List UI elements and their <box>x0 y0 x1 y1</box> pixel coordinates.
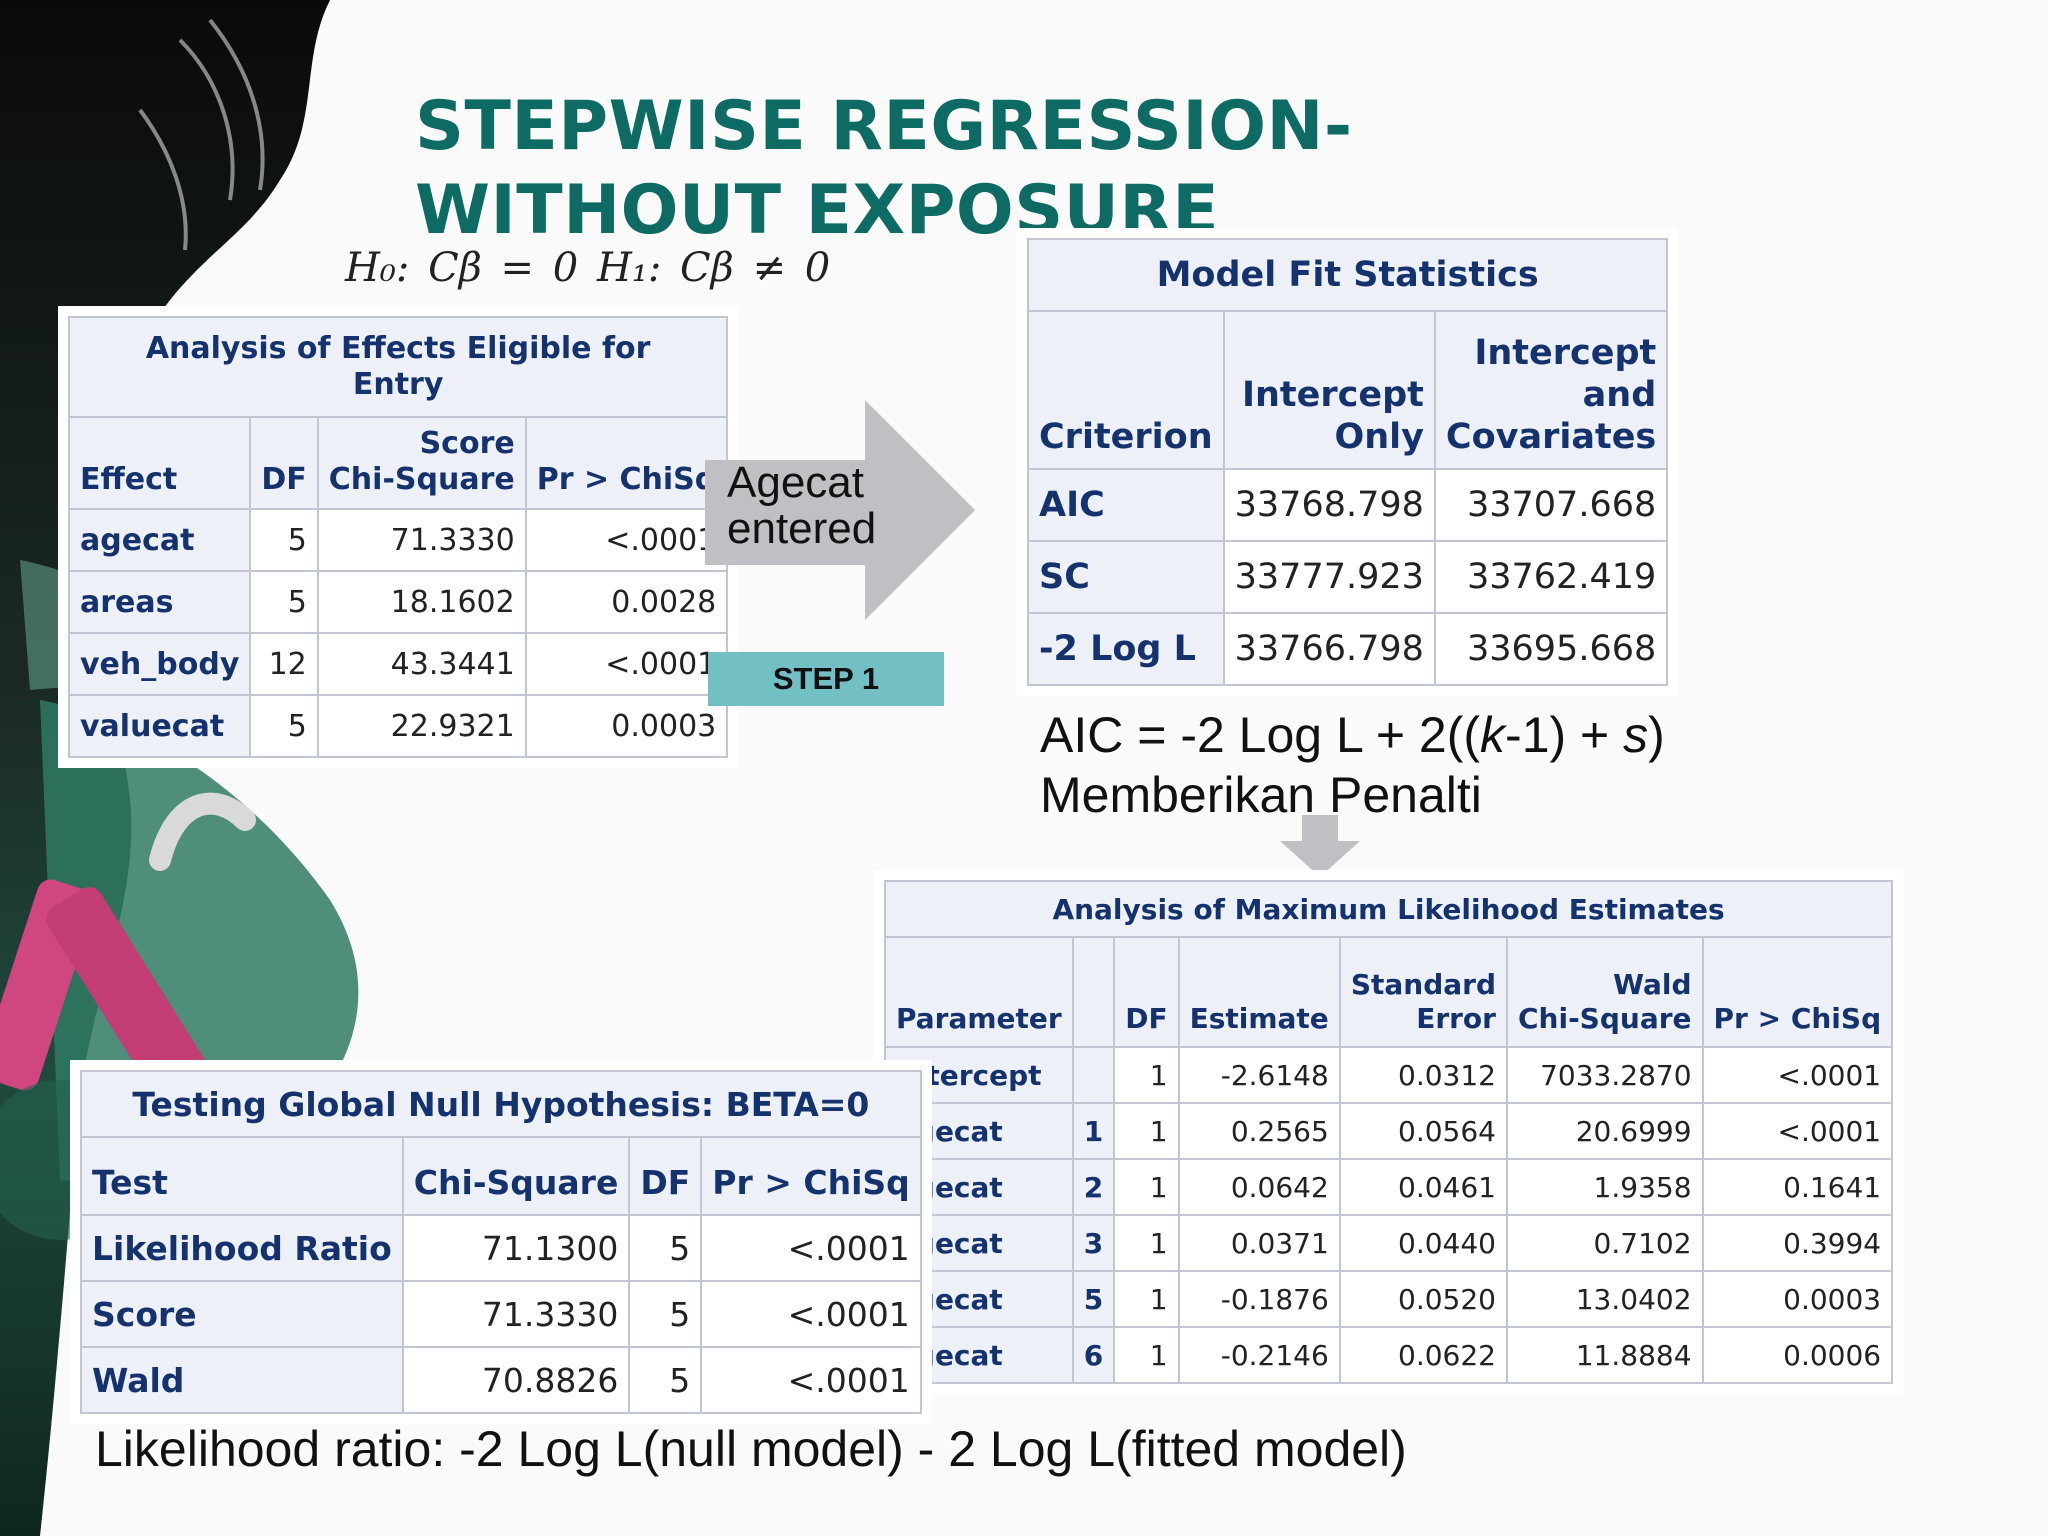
table-caption: Analysis of Effects Eligible for Entry <box>67 316 729 418</box>
column-header: DF <box>628 1136 703 1216</box>
likelihood-ratio-note: Likelihood ratio: -2 Log L(null model) -… <box>95 1421 1407 1477</box>
table-row: Likelihood Ratio 71.1300 5 <.0001 <box>80 1214 922 1282</box>
column-header: Pr > ChiSq <box>700 1136 922 1216</box>
step-badge: STEP 1 <box>708 652 944 706</box>
model-fit-table: Model Fit Statistics Criterion Intercept… <box>1026 238 1669 686</box>
table-row: AIC 33768.798 33707.668 <box>1027 468 1669 542</box>
column-header: Test <box>80 1136 404 1216</box>
column-header: Effect <box>67 416 252 510</box>
column-header: Estimate <box>1177 936 1341 1048</box>
table-row: agecat 3 1 0.0371 0.0440 0.7102 0.3994 <box>884 1214 1894 1272</box>
column-header: Standard Error <box>1338 936 1508 1048</box>
column-header: Pr > ChiSq <box>524 416 729 510</box>
effects-eligible-table: Analysis of Effects Eligible for Entry E… <box>67 316 729 758</box>
mle-table: Analysis of Maximum Likelihood Estimates… <box>883 880 1894 1384</box>
column-header: Score Chi-Square <box>316 416 527 510</box>
table-row: agecat 6 1 -0.2146 0.0622 11.8884 0.0006 <box>884 1326 1894 1384</box>
table-row: agecat 5 71.3330 <.0001 <box>67 508 729 572</box>
table-row: Wald 70.8826 5 <.0001 <box>80 1346 922 1414</box>
aic-formula-text: AIC = -2 Log L + 2((k-1) + s) Memberikan… <box>1040 707 1665 823</box>
slide-title: STEPWISE REGRESSION-WITHOUT EXPOSURE <box>415 87 1353 250</box>
table-row: veh_body 12 43.3441 <.0001 <box>67 632 729 696</box>
table-caption: Testing Global Null Hypothesis: BETA=0 <box>80 1070 922 1138</box>
table-row: areas 5 18.1602 0.0028 <box>67 570 729 634</box>
global-null-table: Testing Global Null Hypothesis: BETA=0 T… <box>80 1070 922 1414</box>
column-header: Intercept Only <box>1222 310 1436 470</box>
arrow-label: Agecat entered <box>727 458 877 553</box>
table-caption: Analysis of Maximum Likelihood Estimates <box>883 880 1894 938</box>
table-row: agecat 1 1 0.2565 0.0564 20.6999 <.0001 <box>884 1102 1894 1160</box>
table-row: agecat 5 1 -0.1876 0.0520 13.0402 0.0003 <box>884 1270 1894 1328</box>
column-header <box>1071 936 1116 1048</box>
column-header: Pr > ChiSq <box>1701 936 1894 1048</box>
column-header: DF <box>1113 936 1180 1048</box>
table-row: agecat 2 1 0.0642 0.0461 1.9358 0.1641 <box>884 1158 1894 1216</box>
table-row: Score 71.3330 5 <.0001 <box>80 1280 922 1348</box>
table-row: valuecat 5 22.9321 0.0003 <box>67 694 729 758</box>
hypothesis-formula: H₀: Cβ = 0 H₁: Cβ ≠ 0 <box>345 245 831 291</box>
down-arrow-icon <box>1280 815 1360 877</box>
column-header: Parameter <box>884 936 1074 1048</box>
table-row: SC 33777.923 33762.419 <box>1027 540 1669 614</box>
table-row: -2 Log L 33766.798 33695.668 <box>1027 612 1669 686</box>
column-header: Wald Chi-Square <box>1505 936 1704 1048</box>
aic-note: Memberikan Penalti <box>1040 767 1482 823</box>
table-row: Intercept 1 -2.6148 0.0312 7033.2870 <.0… <box>884 1046 1894 1104</box>
column-header: Chi-Square <box>401 1136 631 1216</box>
column-header: Intercept and Covariates <box>1433 310 1669 470</box>
column-header: DF <box>249 416 319 510</box>
column-header: Criterion <box>1027 310 1225 470</box>
table-caption: Model Fit Statistics <box>1026 238 1669 312</box>
